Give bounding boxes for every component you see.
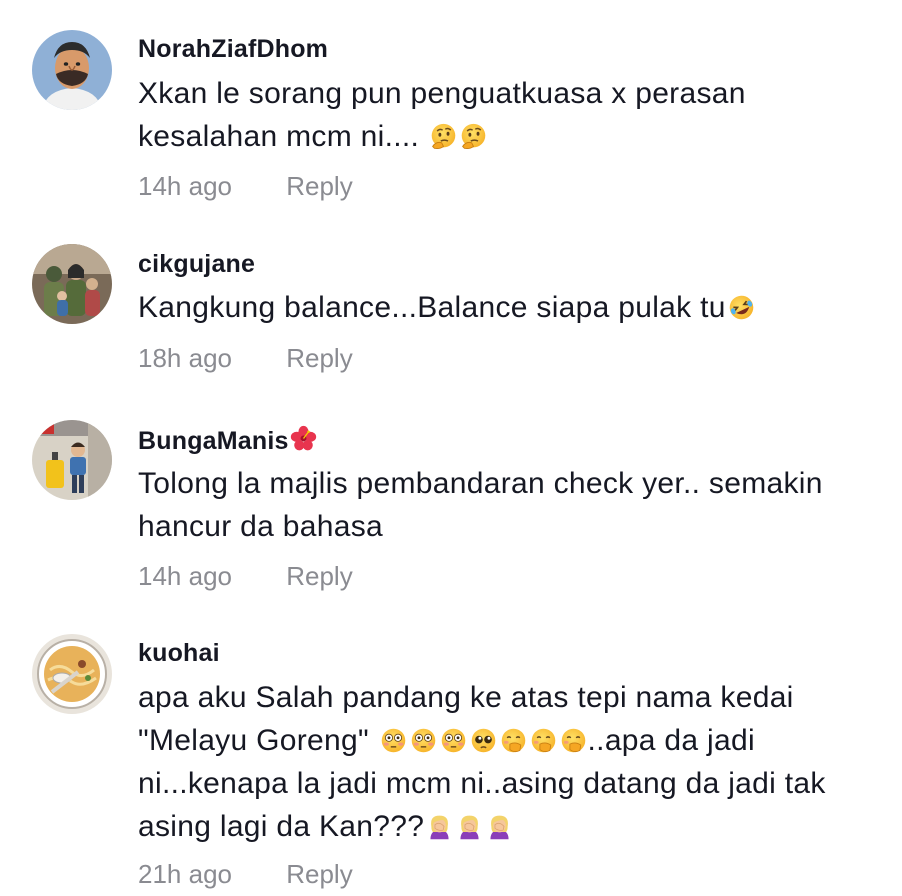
flushed-face-icon bbox=[379, 726, 408, 755]
comment-text-fragment: Kangkung balance...Balance siapa pulak t… bbox=[138, 291, 726, 324]
woman-facepalming-icon bbox=[485, 812, 514, 841]
hibiscus-icon bbox=[290, 425, 317, 452]
comment-username[interactable]: cikgujane bbox=[138, 250, 255, 279]
comment-meta: 14h ago Reply bbox=[138, 171, 353, 202]
comment-username-text: BungaManis bbox=[138, 427, 289, 455]
comment-username[interactable]: NorahZiafDhom bbox=[138, 35, 328, 64]
avatar[interactable] bbox=[32, 420, 112, 500]
comment-text-line: hancur da bahasa bbox=[138, 510, 383, 543]
comment-meta: 21h ago Reply bbox=[138, 859, 353, 890]
comment-text: Kangkung balance...Balance siapa pulak t… bbox=[138, 286, 883, 329]
comment-text: Xkan le sorang pun penguatkuasa x perasa… bbox=[138, 72, 883, 158]
avatar[interactable] bbox=[32, 634, 112, 714]
comment-text: Tolong la majlis pembandaran check yer..… bbox=[138, 462, 883, 548]
avatar[interactable] bbox=[32, 30, 112, 110]
rolling-laughing-face-icon bbox=[727, 293, 756, 322]
comment-timestamp: 14h ago bbox=[138, 561, 232, 591]
hand-over-mouth-face-icon bbox=[529, 726, 558, 755]
comment-text-line: asing lagi da Kan??? bbox=[138, 805, 883, 848]
comment-text-fragment: "Melayu Goreng" bbox=[138, 724, 378, 757]
comment-meta: 14h ago Reply bbox=[138, 561, 353, 592]
reply-button[interactable]: Reply bbox=[286, 561, 352, 592]
thinking-face-icon bbox=[459, 122, 488, 151]
child-luggage-icon bbox=[32, 420, 112, 500]
pleading-face-icon bbox=[469, 726, 498, 755]
avatar[interactable] bbox=[32, 244, 112, 324]
comment-timestamp: 18h ago bbox=[138, 343, 232, 373]
woman-facepalming-icon bbox=[455, 812, 484, 841]
woman-facepalming-icon bbox=[425, 812, 454, 841]
thinking-face-icon bbox=[429, 122, 458, 151]
comment-text-line: Xkan le sorang pun penguatkuasa x perasa… bbox=[138, 77, 746, 110]
hand-over-mouth-face-icon bbox=[499, 726, 528, 755]
reply-button[interactable]: Reply bbox=[286, 859, 352, 890]
comment-meta: 18h ago Reply bbox=[138, 343, 353, 374]
comment-text-fragment: ..apa da jadi bbox=[587, 724, 755, 757]
noodle-bowl-icon bbox=[32, 634, 112, 714]
flushed-face-icon bbox=[439, 726, 468, 755]
hand-over-mouth-face-icon bbox=[559, 726, 588, 755]
family-photo-icon bbox=[32, 244, 112, 324]
flushed-face-icon bbox=[409, 726, 438, 755]
comment-text-fragment: kesalahan mcm ni.... bbox=[138, 120, 428, 153]
comment-username[interactable]: BungaManis bbox=[138, 425, 317, 456]
comment-username[interactable]: kuohai bbox=[138, 639, 220, 668]
comment-text-line: apa aku Salah pandang ke atas tepi nama … bbox=[138, 681, 794, 714]
comment-text-line: Kangkung balance...Balance siapa pulak t… bbox=[138, 286, 883, 329]
comment-text-line: Tolong la majlis pembandaran check yer..… bbox=[138, 467, 823, 500]
comment-text-fragment: asing lagi da Kan??? bbox=[138, 810, 425, 843]
comment-text-line: ni...kenapa la jadi mcm ni..asing datang… bbox=[138, 767, 826, 800]
comment-text-line: kesalahan mcm ni.... bbox=[138, 115, 883, 158]
comment-text: apa aku Salah pandang ke atas tepi nama … bbox=[138, 676, 883, 848]
comment-timestamp: 21h ago bbox=[138, 859, 232, 889]
reply-button[interactable]: Reply bbox=[286, 343, 352, 374]
comment-timestamp: 14h ago bbox=[138, 171, 232, 201]
comment-text-line: "Melayu Goreng" ..apa da jadi bbox=[138, 719, 883, 762]
reply-button[interactable]: Reply bbox=[286, 171, 352, 202]
caricature-man-icon bbox=[32, 30, 112, 110]
